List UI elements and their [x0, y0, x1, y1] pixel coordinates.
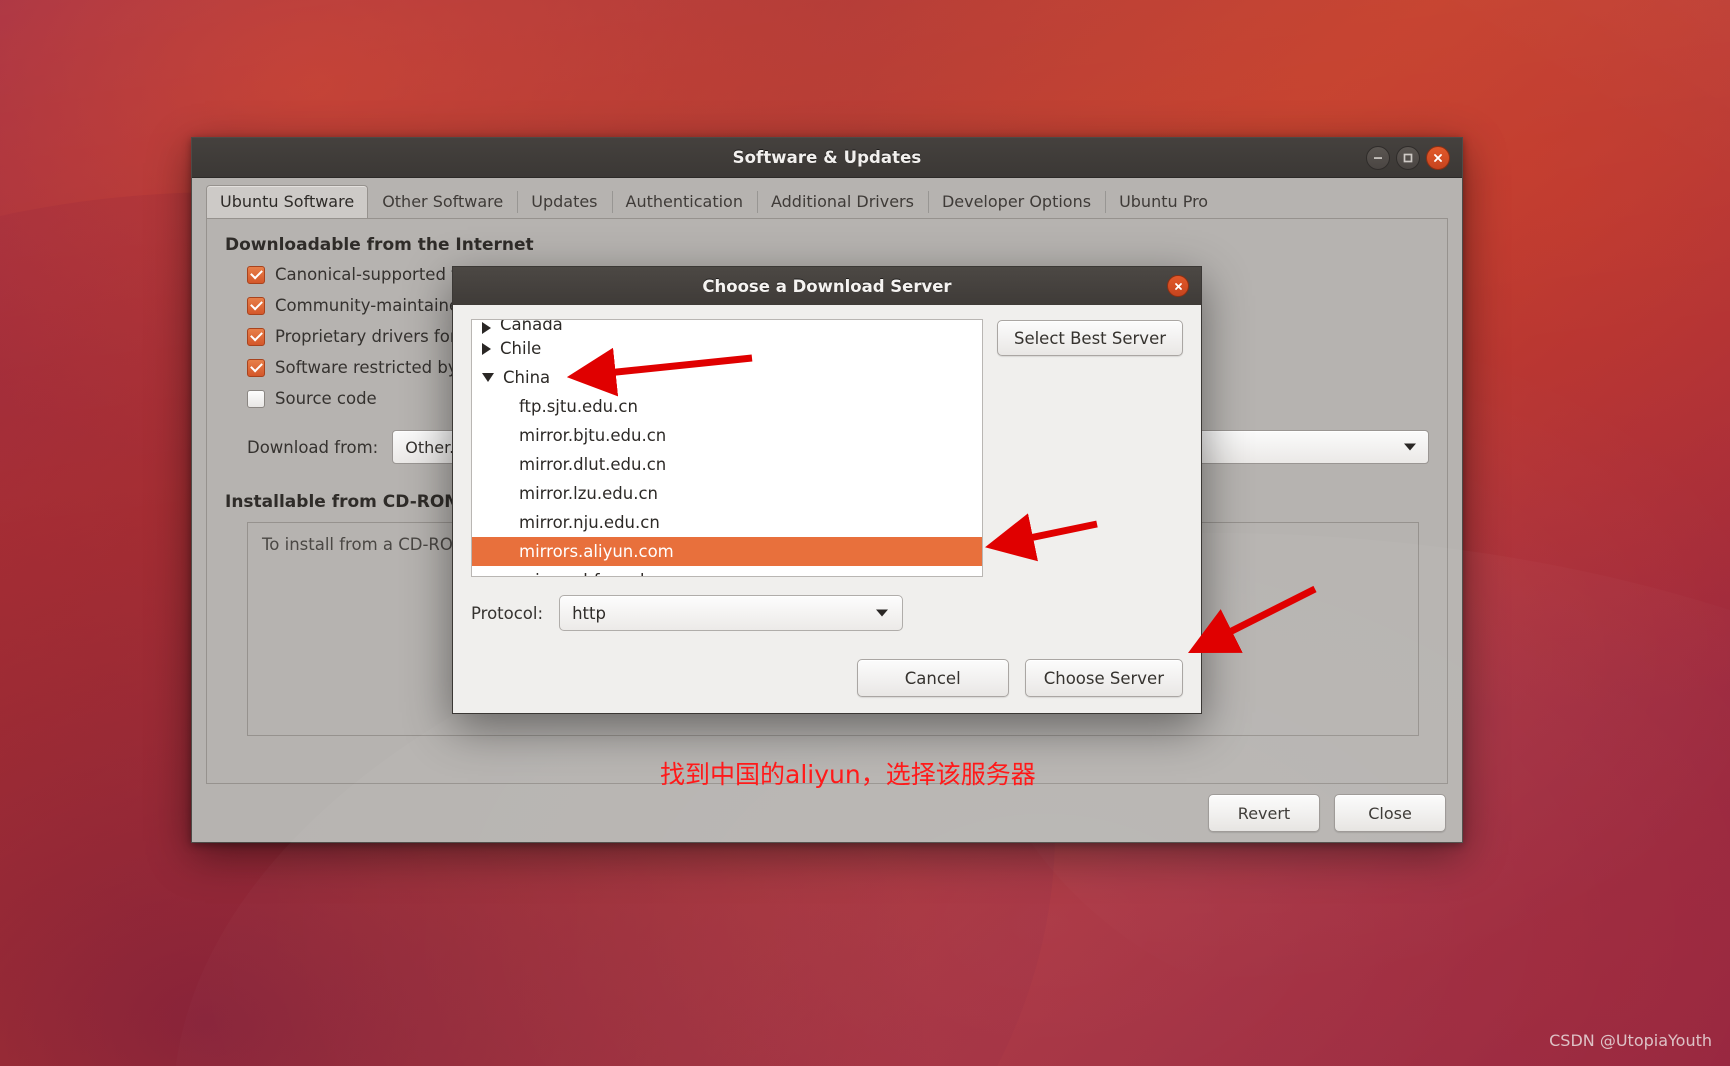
- checkbox-label-source-code: Source code: [275, 389, 377, 408]
- tab-authentication[interactable]: Authentication: [611, 185, 757, 218]
- protocol-label: Protocol:: [471, 603, 544, 623]
- close-icon[interactable]: [1426, 145, 1450, 170]
- checkbox-restricted[interactable]: [247, 327, 265, 346]
- revert-button[interactable]: Revert: [1208, 794, 1320, 832]
- list-item-label: mirror.bjtu.edu.cn: [519, 426, 667, 445]
- checkbox-main[interactable]: [247, 265, 265, 284]
- list-item-label: mirror.dlut.edu.cn: [519, 455, 667, 474]
- minimize-icon[interactable]: [1366, 145, 1390, 170]
- window-title: Software & Updates: [732, 148, 922, 167]
- list-item-country-china[interactable]: China: [472, 363, 982, 392]
- protocol-row: Protocol: http: [471, 595, 1183, 631]
- triangle-down-icon: [482, 373, 494, 382]
- instruction-caption: 找到中国的aliyun，选择该服务器: [660, 760, 1036, 789]
- checkbox-universe[interactable]: [247, 296, 265, 315]
- desktop-wallpaper: Software & Updates Ubuntu Software Other…: [0, 0, 1730, 1066]
- maximize-icon[interactable]: [1396, 145, 1420, 170]
- list-item-label: mirrors.aliyun.com: [519, 542, 674, 561]
- checkbox-multiverse[interactable]: [247, 358, 265, 377]
- dialog-right-column: Select Best Server: [997, 319, 1183, 577]
- watermark: CSDN @UtopiaYouth: [1549, 1031, 1712, 1050]
- list-item-label: mirror.lzu.edu.cn: [519, 484, 658, 503]
- internet-section-title: Downloadable from the Internet: [225, 235, 534, 255]
- download-from-label: Download from:: [247, 437, 379, 457]
- triangle-right-icon: [482, 342, 491, 355]
- chevron-down-icon: [1404, 443, 1416, 451]
- list-item-mirror[interactable]: mirrors.bfsu.edu.cn: [472, 566, 982, 576]
- list-item-mirror-selected[interactable]: mirrors.aliyun.com: [472, 537, 982, 566]
- close-button[interactable]: Close: [1334, 794, 1446, 832]
- list-item-label: Chile: [500, 339, 542, 358]
- list-item-mirror[interactable]: mirror.nju.edu.cn: [472, 508, 982, 537]
- tab-additional-drivers[interactable]: Additional Drivers: [756, 185, 928, 218]
- tab-developer-options[interactable]: Developer Options: [927, 185, 1105, 218]
- choose-server-button[interactable]: Choose Server: [1024, 659, 1183, 697]
- list-item-mirror[interactable]: mirror.lzu.edu.cn: [472, 479, 982, 508]
- dialog-titlebar: Choose a Download Server: [453, 267, 1201, 305]
- select-best-server-button[interactable]: Select Best Server: [997, 320, 1183, 356]
- list-item-mirror[interactable]: ftp.sjtu.edu.cn: [472, 392, 982, 421]
- protocol-value: http: [572, 603, 606, 623]
- tab-ubuntu-pro[interactable]: Ubuntu Pro: [1105, 185, 1222, 218]
- triangle-right-icon: [482, 322, 491, 334]
- dialog-action-bar: Cancel Choose Server: [453, 641, 1201, 713]
- list-item-country[interactable]: Canada: [472, 320, 982, 334]
- window-titlebar: Software & Updates: [192, 138, 1462, 178]
- window-controls: [1366, 145, 1450, 170]
- window-action-bar: Revert Close: [192, 784, 1462, 842]
- list-item-label: mirrors.bfsu.edu.cn: [519, 571, 680, 576]
- list-item-label: China: [503, 368, 551, 387]
- chevron-down-icon: [876, 609, 889, 617]
- tab-other-software[interactable]: Other Software: [368, 185, 517, 218]
- list-item-label: mirror.nju.edu.cn: [519, 513, 660, 532]
- list-item-label: ftp.sjtu.edu.cn: [519, 397, 638, 416]
- dialog-title: Choose a Download Server: [702, 276, 952, 296]
- dialog-main-area: Canada Chile China ftp.sjtu.edu.cn mirro…: [471, 319, 1183, 577]
- tab-updates[interactable]: Updates: [517, 185, 611, 218]
- dialog-body: Canada Chile China ftp.sjtu.edu.cn mirro…: [453, 305, 1201, 641]
- cancel-button[interactable]: Cancel: [856, 659, 1009, 697]
- close-icon[interactable]: [1167, 275, 1189, 297]
- list-item-label: Canada: [500, 320, 563, 334]
- list-item-mirror[interactable]: mirror.dlut.edu.cn: [472, 450, 982, 479]
- list-item-mirror[interactable]: mirror.bjtu.edu.cn: [472, 421, 982, 450]
- protocol-select[interactable]: http: [559, 595, 904, 631]
- tab-ubuntu-software[interactable]: Ubuntu Software: [206, 185, 369, 218]
- checkbox-source-code[interactable]: [247, 389, 265, 408]
- tab-bar: Ubuntu Software Other Software Updates A…: [192, 178, 1462, 218]
- choose-download-server-dialog: Choose a Download Server Canada Chile Ch…: [452, 266, 1202, 714]
- list-item-country[interactable]: Chile: [472, 334, 982, 363]
- server-list[interactable]: Canada Chile China ftp.sjtu.edu.cn mirro…: [471, 319, 983, 577]
